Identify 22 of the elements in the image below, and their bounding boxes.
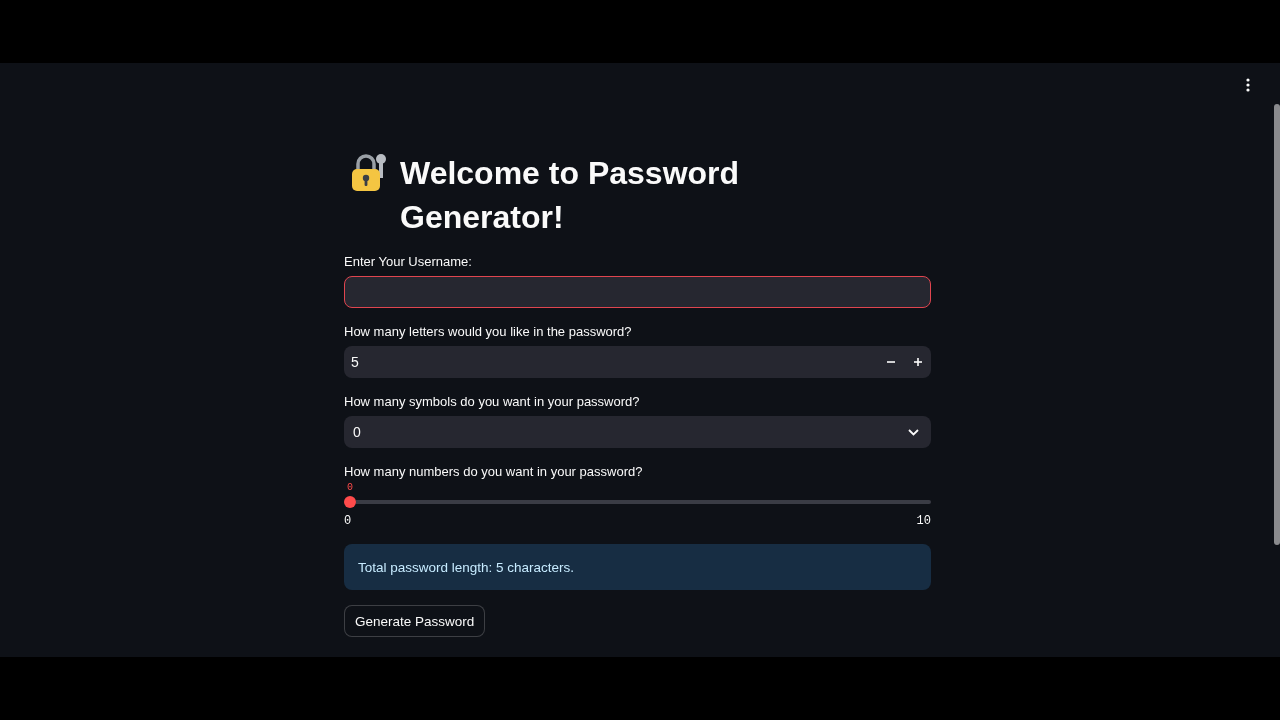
- minus-icon: [886, 361, 895, 363]
- slider-min-label: 0: [344, 513, 352, 529]
- chevron-down-icon: [908, 428, 919, 436]
- field-label: Enter Your Username:: [344, 253, 473, 271]
- username-field[interactable]: [344, 276, 931, 308]
- dropdown-select[interactable]: 0: [344, 416, 931, 448]
- plus-icon: [913, 358, 922, 366]
- field-label: How many numbers do you want in your password?: [344, 463, 644, 481]
- field-label: How many symbols do you want in your password?: [344, 393, 641, 411]
- action-button[interactable]: Generate Password: [344, 605, 486, 637]
- number-field[interactable]: 5: [344, 346, 877, 378]
- page-title: Welcome to Password Generator!: [400, 154, 741, 237]
- more-options-icon[interactable]: [1246, 78, 1250, 92]
- padlock-key-icon: [350, 153, 388, 191]
- field-label: How many letters would you like in the password?: [344, 323, 633, 341]
- increment-button[interactable]: [904, 346, 931, 378]
- scrollbar-thumb[interactable]: [1274, 104, 1280, 545]
- slider-max-label: 10: [916, 513, 931, 529]
- slider-thumb[interactable]: [344, 496, 356, 508]
- info-message: Total password length: 5 characters.: [344, 544, 931, 590]
- slider-track[interactable]: [356, 500, 931, 504]
- slider-value: 0: [347, 483, 353, 493]
